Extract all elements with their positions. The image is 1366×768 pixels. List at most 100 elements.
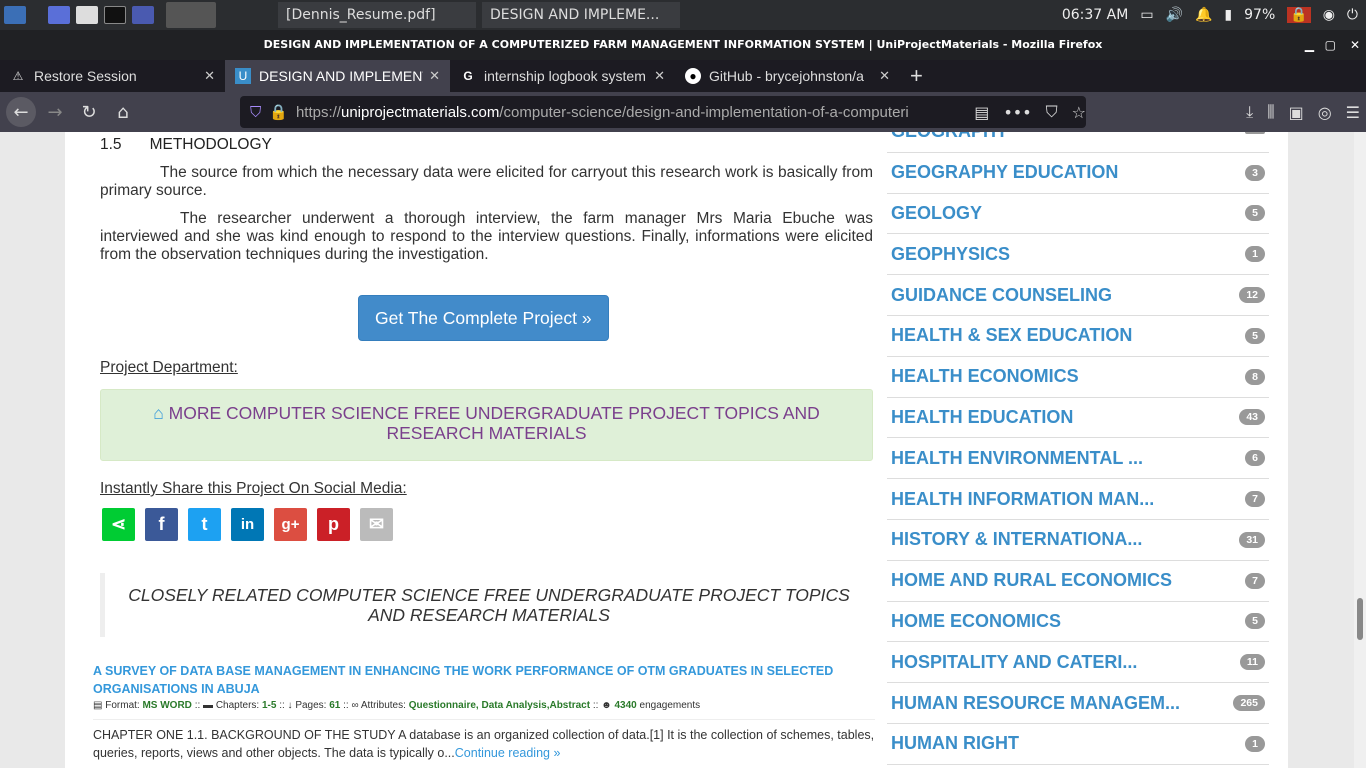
share-label: Instantly Share this Project On Social M… [100, 480, 407, 497]
close-tab-icon[interactable]: ✕ [654, 68, 665, 84]
category-name[interactable]: GEOGRAPHY [891, 132, 1008, 142]
pinterest-icon[interactable]: p [317, 508, 350, 541]
tab-label: GitHub - brycejohnston/a [709, 68, 864, 84]
category-name[interactable]: HEALTH EDUCATION [891, 407, 1073, 428]
category-item[interactable]: HEALTH EDUCATION 43 [887, 398, 1269, 439]
volume-icon[interactable]: 🔊 [1166, 7, 1183, 23]
category-item[interactable]: HUMAN RIGHT 1 [887, 724, 1269, 765]
facebook-icon[interactable]: f [145, 508, 178, 541]
new-tab-button[interactable]: + [900, 60, 940, 92]
category-item[interactable]: HISTORY & INTERNATIONA... 31 [887, 520, 1269, 561]
format-value: MS WORD [142, 700, 192, 711]
category-item[interactable]: GUIDANCE COUNSELING 12 [887, 275, 1269, 316]
account-icon[interactable]: ◎ [1318, 103, 1332, 122]
file-icon: ▤ [93, 700, 103, 711]
category-item[interactable]: HOME AND RURAL ECONOMICS 7 [887, 561, 1269, 602]
category-item[interactable]: HOME ECONOMICS 5 [887, 602, 1269, 643]
pocket-icon[interactable]: ⛉ [1046, 102, 1058, 122]
lock-icon[interactable]: 🔒 [269, 103, 288, 121]
maximize-button[interactable]: ▢ [1325, 30, 1336, 60]
tab-label: internship logbook system [484, 68, 646, 84]
close-tab-icon[interactable]: ✕ [429, 68, 440, 84]
downloads-icon[interactable]: ⤓ [1246, 102, 1253, 122]
notification-bell-icon[interactable]: 🔔 [1195, 7, 1212, 23]
taskbar-window-pdf[interactable]: [Dennis_Resume.pdf] [278, 2, 476, 28]
reload-button[interactable]: ↻ [74, 97, 104, 127]
related-heading: CLOSELY RELATED COMPUTER SCIENCE FREE UN… [100, 573, 873, 637]
taskbar-window-firefox[interactable]: DESIGN AND IMPLEME... [482, 2, 680, 28]
category-name[interactable]: HUMAN RIGHT [891, 733, 1019, 754]
menu-icon[interactable]: ☰ [1346, 103, 1360, 122]
close-tab-icon[interactable]: ✕ [204, 68, 215, 84]
close-window-button[interactable]: ✕ [1350, 30, 1360, 60]
chapters-label: Chapters: [215, 700, 260, 711]
category-item[interactable]: HEALTH ECONOMICS 8 [887, 357, 1269, 398]
screen-recorder-icon[interactable] [132, 6, 154, 24]
get-complete-project-button[interactable]: Get The Complete Project » [358, 295, 609, 341]
minimize-button[interactable]: ▁ [1305, 30, 1314, 60]
department-link[interactable]: MORE COMPUTER SCIENCE FREE UNDERGRADUATE… [169, 403, 820, 443]
page-actions-icon[interactable]: ••• [1003, 103, 1031, 122]
category-count-badge: 3 [1245, 164, 1265, 181]
continue-reading-link[interactable]: Continue reading » [455, 746, 561, 760]
category-name[interactable]: HEALTH ECONOMICS [891, 366, 1079, 387]
desktop-icon[interactable] [48, 6, 70, 24]
close-tab-icon[interactable]: ✕ [879, 68, 890, 84]
share-icon[interactable]: ⋖ [102, 508, 135, 541]
forward-button[interactable]: → [40, 97, 70, 127]
tab-github[interactable]: ● GitHub - brycejohnston/a ✕ [675, 60, 900, 92]
sidebar-icon[interactable]: ▣ [1289, 103, 1304, 122]
display-icon[interactable]: ▭ [1140, 7, 1153, 23]
firefox-launcher-icon[interactable] [166, 2, 216, 28]
power-status-icon[interactable]: ◉ [1323, 7, 1335, 23]
email-icon[interactable]: ✉ [360, 508, 393, 541]
department-link-box[interactable]: ⌂ MORE COMPUTER SCIENCE FREE UNDERGRADUA… [100, 389, 873, 461]
tab-internship-logbook[interactable]: Ginternship logbook system ✕ [450, 60, 675, 92]
twitter-icon[interactable]: t [188, 508, 221, 541]
category-name[interactable]: HEALTH INFORMATION MAN... [891, 489, 1154, 510]
terminal-icon[interactable] [104, 6, 126, 24]
home-button[interactable]: ⌂ [108, 97, 138, 127]
category-name[interactable]: GEOGRAPHY EDUCATION [891, 162, 1118, 183]
category-name[interactable]: HOSPITALITY AND CATERI... [891, 652, 1137, 673]
scrollbar-thumb[interactable] [1357, 598, 1363, 640]
linkedin-icon[interactable]: in [231, 508, 264, 541]
pages-label: Pages: [295, 700, 327, 711]
address-bar[interactable]: ⛉ 🔒 https://uniprojectmaterials.com/comp… [240, 96, 1086, 128]
back-button[interactable]: ← [6, 97, 36, 127]
category-name[interactable]: GEOLOGY [891, 203, 982, 224]
category-item[interactable]: HOSPITALITY AND CATERI... 11 [887, 642, 1269, 684]
category-item[interactable]: HEALTH INFORMATION MAN... 7 [887, 479, 1269, 520]
library-icon[interactable]: ⫼ [1267, 102, 1274, 122]
category-item[interactable]: GEOGRAPHY [887, 132, 1269, 153]
category-item[interactable]: HEALTH & SEX EDUCATION 5 [887, 316, 1269, 357]
category-name[interactable]: HEALTH ENVIRONMENTAL ... [891, 448, 1143, 469]
category-item[interactable]: HUMAN RESOURCE MANAGEM... 265 [887, 683, 1269, 724]
page-scrollbar[interactable] [1354, 132, 1366, 768]
kali-menu-icon[interactable] [4, 6, 26, 24]
tracking-protection-icon[interactable]: ⛉ [250, 104, 261, 121]
battery-icon[interactable]: ▮ [1224, 7, 1232, 23]
category-name[interactable]: HOME AND RURAL ECONOMICS [891, 570, 1172, 591]
tab-label: Restore Session [34, 68, 137, 84]
category-item[interactable]: GEOGRAPHY EDUCATION 3 [887, 153, 1269, 194]
category-name[interactable]: HEALTH & SEX EDUCATION [891, 325, 1132, 346]
google-plus-icon[interactable]: g+ [274, 508, 307, 541]
category-name[interactable]: HISTORY & INTERNATIONA... [891, 529, 1142, 550]
sort-icon: ↓ [287, 700, 293, 711]
category-item[interactable]: HEALTH ENVIRONMENTAL ... 6 [887, 438, 1269, 480]
category-name[interactable]: GUIDANCE COUNSELING [891, 285, 1112, 306]
file-manager-icon[interactable] [76, 6, 98, 24]
tab-design-implementation[interactable]: U DESIGN AND IMPLEMENTATION ✕ [225, 60, 450, 92]
reader-view-icon[interactable]: ▤ [974, 103, 989, 122]
category-name[interactable]: HOME ECONOMICS [891, 611, 1061, 632]
bookmark-star-icon[interactable]: ☆ [1072, 103, 1086, 122]
category-item[interactable]: GEOLOGY 5 [887, 194, 1269, 235]
related-title[interactable]: A SURVEY OF DATA BASE MANAGEMENT IN ENHA… [93, 662, 875, 698]
tab-restore-session[interactable]: ⚠ Restore Session ✕ [0, 60, 225, 92]
category-item[interactable]: GEOPHYSICS 1 [887, 234, 1269, 276]
category-name[interactable]: HUMAN RESOURCE MANAGEM... [891, 693, 1180, 714]
lock-icon[interactable]: 🔒 [1287, 7, 1311, 23]
power-icon[interactable]: ⏻ [1347, 7, 1358, 23]
category-name[interactable]: GEOPHYSICS [891, 244, 1010, 265]
